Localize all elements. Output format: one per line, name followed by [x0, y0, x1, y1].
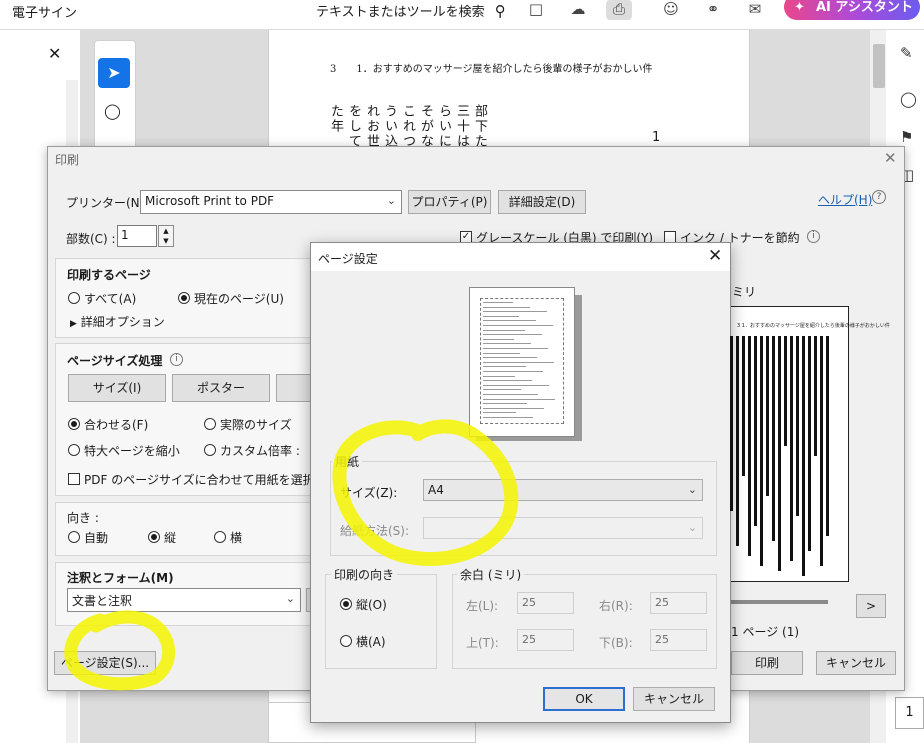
highlight-paper-size [332, 419, 519, 566]
preview-text-column [796, 336, 799, 516]
preview-text-column [748, 336, 751, 556]
paper-preview-line [483, 311, 547, 313]
preview-text-column [790, 336, 793, 561]
preview-text-column [754, 336, 757, 526]
preview-text-column [814, 336, 817, 456]
paper-preview-line [483, 338, 514, 340]
paper-preview-line [483, 371, 543, 372]
paper-preview-line [483, 417, 533, 418]
paper-preview-line [483, 306, 530, 308]
preview-text-column [736, 336, 739, 546]
paper-preview-line [483, 389, 521, 391]
preview-text-column [730, 336, 733, 511]
paper-preview-line [483, 334, 542, 336]
paper-preview-line [483, 394, 538, 395]
preview-text-column [772, 336, 775, 541]
preview-text-column [802, 336, 805, 576]
paper-preview-line [483, 412, 516, 414]
preview-text-column [826, 336, 829, 536]
preview-text-column [820, 336, 823, 566]
paper-preview-line [483, 343, 531, 345]
preview-text-column [808, 336, 811, 551]
paper-preview-line [483, 315, 519, 317]
paper-preview-line [483, 380, 532, 382]
paper-preview-line [483, 366, 526, 368]
paper-preview-line [483, 302, 513, 303]
paper-preview-line [483, 384, 549, 386]
paper-preview-line [483, 357, 537, 359]
preview-text-column [742, 336, 745, 476]
paper-preview-line [483, 375, 515, 377]
paper-preview-line [483, 320, 536, 322]
preview-text-column [778, 336, 781, 571]
preview-text-column [784, 336, 787, 446]
paper-preview-line [483, 348, 548, 349]
paper-preview-line [483, 352, 520, 354]
preview-text-column [766, 336, 769, 496]
paper-preview-line [483, 407, 544, 409]
highlight-page-setup-button [64, 610, 175, 691]
paper-preview-line [483, 325, 553, 326]
paper-preview-line [483, 329, 525, 331]
paper-preview-line [483, 398, 555, 400]
paper-preview-line [483, 403, 527, 405]
preview-text-column [760, 336, 763, 566]
paper-preview-line [483, 361, 554, 363]
